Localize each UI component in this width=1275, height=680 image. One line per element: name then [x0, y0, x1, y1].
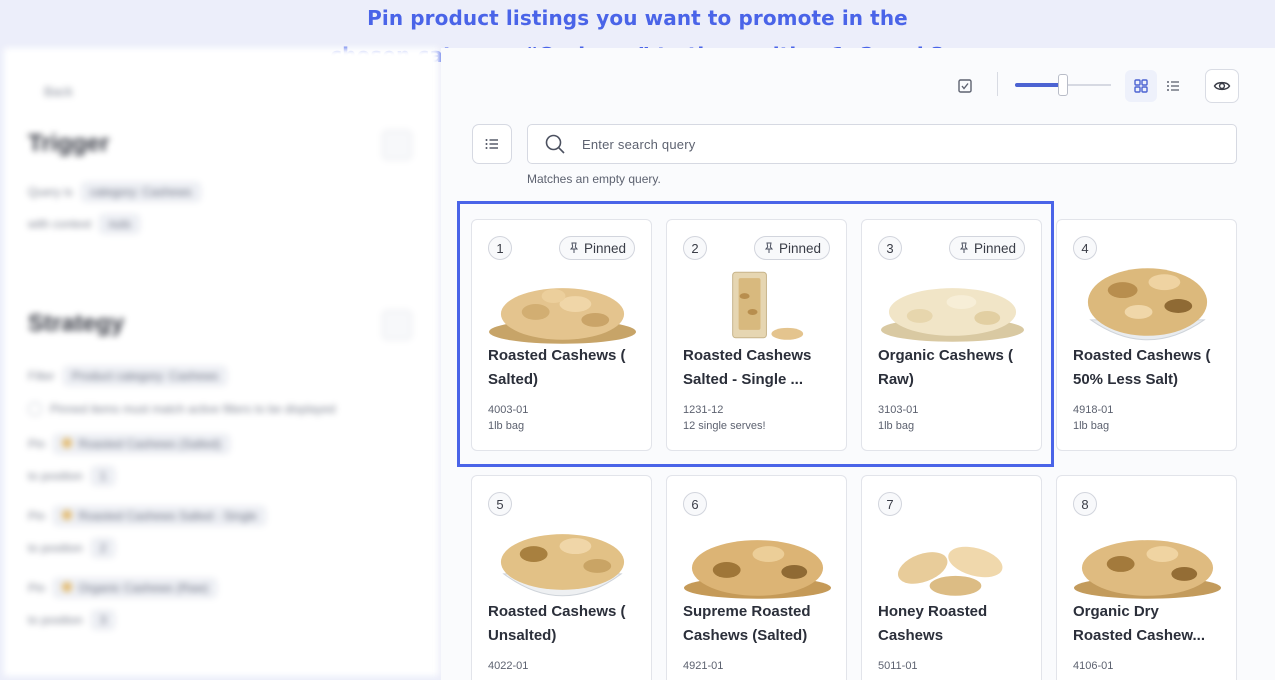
list-view-icon [1167, 81, 1179, 91]
pin-label: Pin [28, 437, 46, 451]
trigger-query-row: Query is category: Cashews [28, 182, 201, 202]
grid-view-icon [1134, 79, 1148, 93]
product-title: Roasted Cashews ( Unsalted) [488, 603, 626, 644]
slider-handle[interactable] [1058, 74, 1068, 96]
strategy-checkbox-row[interactable]: Pinned items must match active filters t… [28, 402, 335, 416]
product-card[interactable]: 5 Roasted Cashews ( Unsalted) 4022-01 [471, 475, 652, 680]
product-sku: 4106-01 [1073, 660, 1114, 672]
trigger-context-label: with context [28, 217, 92, 231]
trigger-query-label: Query is [28, 185, 73, 199]
search-icon [545, 134, 565, 154]
strategy-heading: Strategy [28, 310, 125, 337]
preview-area: Matches an empty query. 1PinnedRoasted C… [441, 48, 1275, 680]
back-link[interactable]: Back [44, 84, 73, 99]
product-image [1087, 268, 1208, 341]
trigger-heading: Trigger [28, 130, 110, 157]
strategy-filter-label: Filter [28, 369, 55, 383]
trigger-context-row: with context nuts [28, 214, 141, 234]
product-image [500, 534, 625, 597]
search-box[interactable] [527, 124, 1237, 164]
pin-row-1: Pin Roasted Cashews (Salted) [28, 434, 231, 454]
pin-position-row-3: to position 3 [28, 610, 116, 630]
filter-list-icon [485, 139, 498, 149]
pin-item-chip[interactable]: Roasted Cashews (Salted) [53, 434, 231, 454]
card-position-badge: 6 [683, 492, 707, 516]
product-thumb-icon [62, 510, 73, 520]
toolbar-divider [997, 72, 998, 96]
trigger-settings-button[interactable] [382, 130, 412, 160]
product-title: Honey Roasted Cashews [878, 603, 988, 644]
eye-icon [1213, 81, 1231, 91]
pin-position-label: to position [28, 613, 83, 627]
product-note: 1lb bag [1073, 420, 1110, 432]
pin-position-label: to position [28, 469, 83, 483]
pin-row-3: Pin Organic Cashews (Raw) [28, 578, 218, 598]
product-thumb-icon [62, 582, 73, 592]
checkbox-select-icon [958, 79, 972, 93]
pin-position-value[interactable]: 1 [90, 466, 116, 486]
product-card[interactable]: 7 Honey Roasted Cashews 5011-01 [861, 475, 1042, 680]
pin-item-name: Roasted Cashews (Salted) [78, 437, 222, 451]
product-image [897, 546, 1003, 596]
card-position-badge: 5 [488, 492, 512, 516]
product-title: Roasted Cashews ( 50% Less Salt) [1073, 347, 1211, 388]
card-position-badge: 4 [1073, 236, 1097, 260]
strategy-checkbox[interactable] [28, 402, 42, 416]
filters-button[interactable] [472, 124, 512, 164]
slider-fill [1015, 83, 1063, 87]
product-card[interactable]: 4 Roasted Cashews ( 50% Less Salt) 4918-01… [1056, 219, 1237, 451]
product-sku: 4921-01 [683, 660, 724, 672]
pin-position-label: to position [28, 541, 83, 555]
product-sku: 4022-01 [488, 660, 529, 672]
search-input[interactable] [582, 136, 1182, 152]
product-image [1073, 540, 1222, 599]
trigger-context-chip[interactable]: nuts [99, 214, 141, 234]
product-sku: 4918-01 [1073, 404, 1114, 416]
pin-row-2: Pin Roasted Cashews Salted - Single [28, 506, 267, 526]
card-position-badge: 7 [878, 492, 902, 516]
list-view-button[interactable] [1157, 70, 1189, 102]
pin-position-value[interactable]: 3 [90, 610, 116, 630]
strategy-filter-chip[interactable]: Product category: Cashews [62, 366, 228, 386]
strategy-checkbox-label: Pinned items must match active filters t… [50, 402, 336, 416]
strategy-settings-button[interactable] [382, 310, 412, 340]
pin-item-name: Organic Cashews (Raw) [78, 581, 209, 595]
select-mode-button[interactable] [949, 70, 981, 102]
grid-view-button[interactable] [1125, 70, 1157, 102]
pin-item-chip[interactable]: Organic Cashews (Raw) [53, 578, 218, 598]
card-size-slider[interactable] [1015, 74, 1115, 96]
product-image [683, 540, 832, 599]
preview-visibility-button[interactable] [1205, 69, 1239, 103]
product-card[interactable]: 6 Supreme Roasted Cashews (Salted) 4921-01 [666, 475, 847, 680]
pinned-items-highlight [457, 201, 1054, 467]
product-thumb-icon [62, 438, 73, 448]
product-sku: 5011-01 [878, 660, 918, 672]
search-hint: Matches an empty query. [527, 172, 661, 186]
annotation-text-line-1: Pin product listings you want to promote… [367, 6, 908, 30]
pin-label: Pin [28, 581, 46, 595]
strategy-filter-row: Filter Product category: Cashews [28, 366, 228, 386]
card-position-badge: 8 [1073, 492, 1097, 516]
pin-item-name: Roasted Cashews Salted - Single [78, 509, 258, 523]
product-card[interactable]: 8 Organic Dry Roasted Cashew... 4106-01 [1056, 475, 1237, 680]
pin-position-row-2: to position 2 [28, 538, 116, 558]
pin-label: Pin [28, 509, 46, 523]
product-title: Supreme Roasted Cashews (Salted) [683, 603, 811, 644]
trigger-query-chip[interactable]: category: Cashews [80, 182, 201, 202]
rule-editor-panel: Back Trigger Query is category: Cashews … [4, 48, 440, 676]
pin-item-chip[interactable]: Roasted Cashews Salted - Single [53, 506, 267, 526]
pin-position-row-1: to position 1 [28, 466, 116, 486]
pin-position-value[interactable]: 2 [90, 538, 116, 558]
product-title: Organic Dry Roasted Cashew... [1073, 603, 1205, 644]
